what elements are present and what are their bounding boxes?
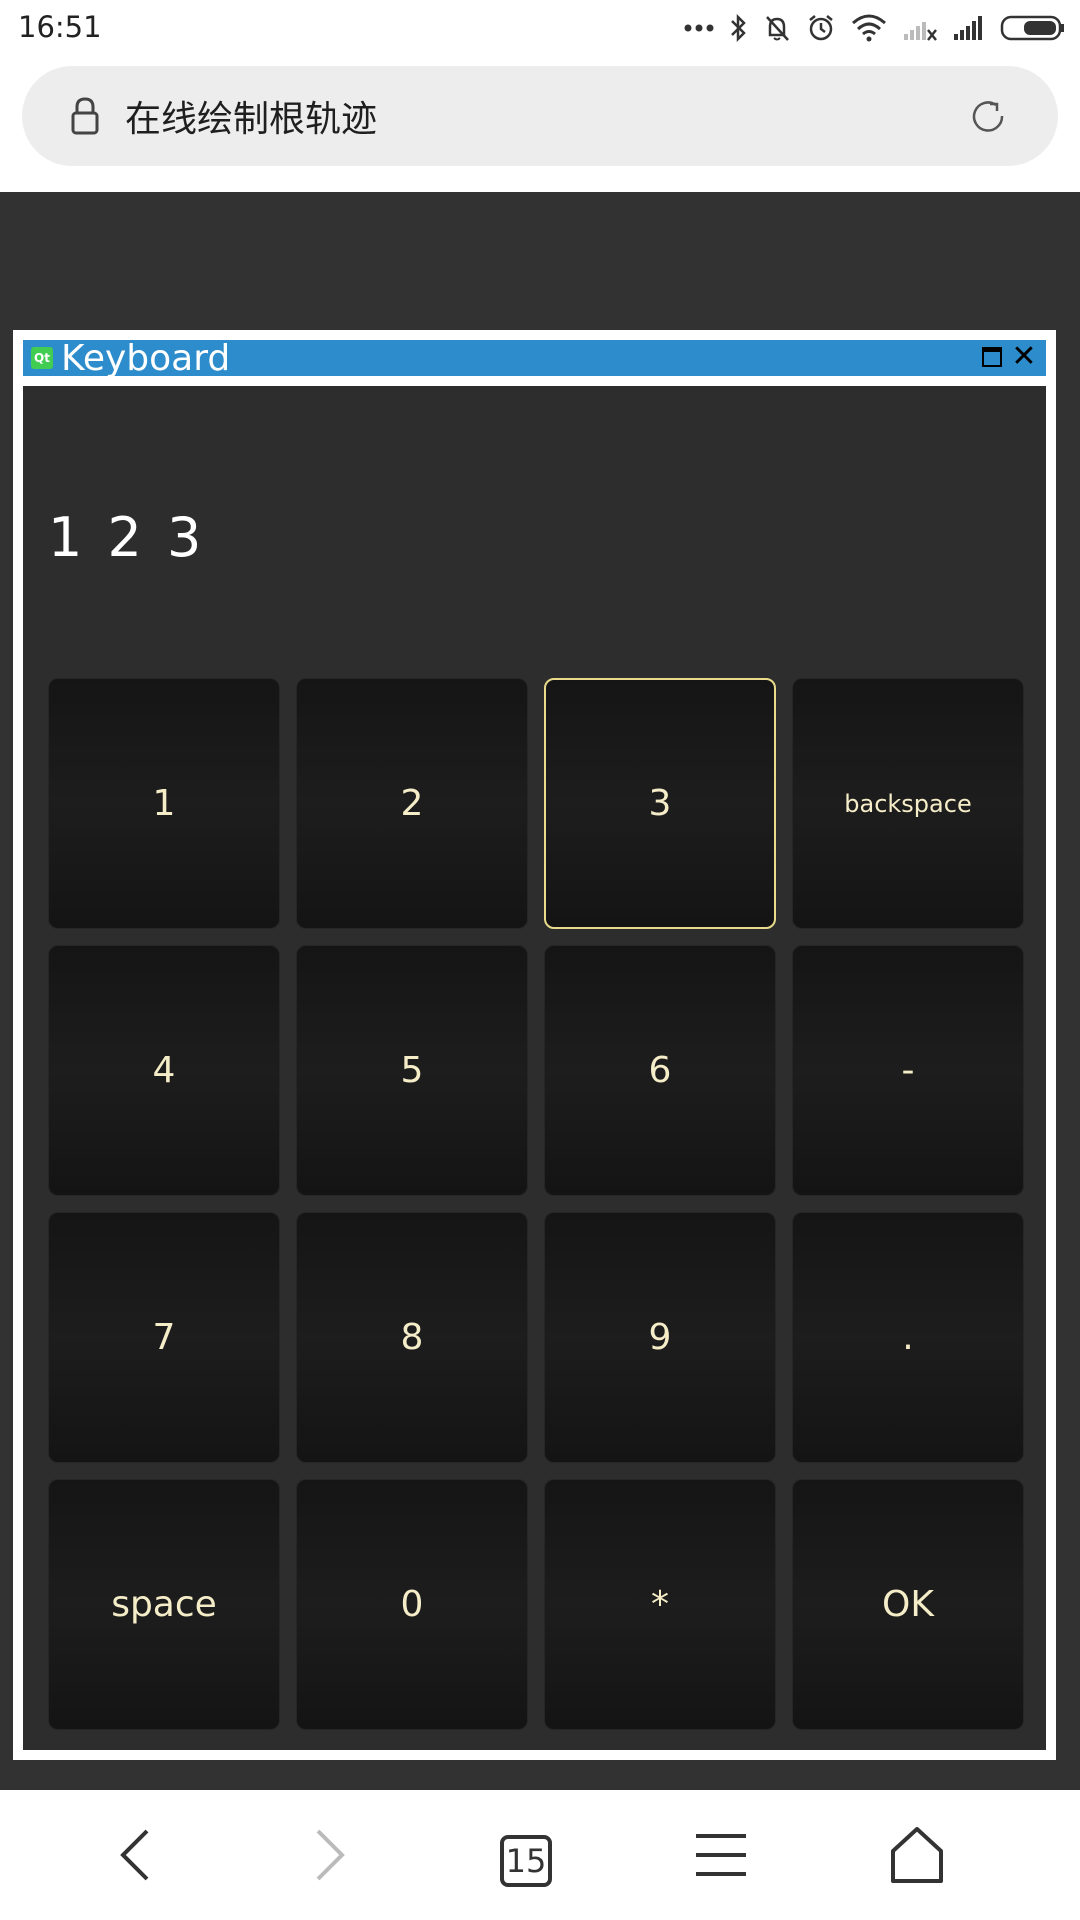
menu-icon[interactable] bbox=[686, 1820, 756, 1890]
keyboard-dialog: Qt Keyboard ✕ 1 2 3 1 2 3 backspace 4 5 … bbox=[13, 330, 1056, 1760]
no-signal-icon bbox=[904, 22, 937, 41]
input-display: 1 2 3 bbox=[48, 506, 206, 569]
key-1[interactable]: 1 bbox=[48, 678, 280, 929]
back-icon[interactable] bbox=[100, 1820, 170, 1890]
bluetooth-icon bbox=[731, 13, 746, 43]
dialog-titlebar[interactable]: Qt Keyboard ✕ bbox=[23, 338, 1046, 379]
key-4[interactable]: 4 bbox=[48, 945, 280, 1196]
forward-icon[interactable] bbox=[295, 1820, 365, 1890]
browser-nav-bar: 15 bbox=[0, 1790, 1080, 1920]
wifi-icon bbox=[852, 14, 886, 42]
address-text[interactable]: 在线绘制根轨迹 bbox=[125, 90, 377, 142]
alarm-icon bbox=[809, 15, 833, 41]
key-9[interactable]: 9 bbox=[544, 1212, 776, 1463]
key-2[interactable]: 2 bbox=[296, 678, 528, 929]
mute-bell-icon bbox=[766, 16, 789, 41]
key-7[interactable]: 7 bbox=[48, 1212, 280, 1463]
status-icons bbox=[684, 8, 1066, 48]
key-0[interactable]: 0 bbox=[296, 1479, 528, 1730]
qt-logo-icon: Qt bbox=[31, 347, 53, 369]
dialog-body: 1 2 3 1 2 3 backspace 4 5 6 - 7 8 9 . sp… bbox=[23, 386, 1046, 1750]
key-asterisk[interactable]: * bbox=[544, 1479, 776, 1730]
signal-icon bbox=[954, 16, 982, 40]
key-space[interactable]: space bbox=[48, 1479, 280, 1730]
home-icon[interactable] bbox=[882, 1820, 952, 1890]
status-bar: 16:51 bbox=[0, 0, 1080, 56]
key-minus[interactable]: - bbox=[792, 945, 1024, 1196]
tabs-count-button[interactable]: 15 bbox=[500, 1835, 552, 1887]
key-backspace[interactable]: backspace bbox=[792, 678, 1024, 929]
reload-icon[interactable] bbox=[968, 96, 1008, 136]
close-icon[interactable]: ✕ bbox=[1010, 341, 1038, 373]
key-ok[interactable]: OK bbox=[792, 1479, 1024, 1730]
key-5[interactable]: 5 bbox=[296, 945, 528, 1196]
key-6[interactable]: 6 bbox=[544, 945, 776, 1196]
key-3[interactable]: 3 bbox=[544, 678, 776, 929]
battery-icon bbox=[1000, 15, 1064, 41]
more-dots-icon bbox=[684, 24, 714, 32]
key-8[interactable]: 8 bbox=[296, 1212, 528, 1463]
lock-icon bbox=[71, 97, 99, 135]
key-dot[interactable]: . bbox=[792, 1212, 1024, 1463]
maximize-icon[interactable] bbox=[982, 347, 1002, 367]
keypad: 1 2 3 backspace 4 5 6 - 7 8 9 . space 0 … bbox=[48, 678, 1024, 1730]
status-time: 16:51 bbox=[18, 10, 102, 44]
dialog-title: Keyboard bbox=[61, 338, 231, 379]
address-bar[interactable]: 在线绘制根轨迹 bbox=[22, 66, 1058, 166]
